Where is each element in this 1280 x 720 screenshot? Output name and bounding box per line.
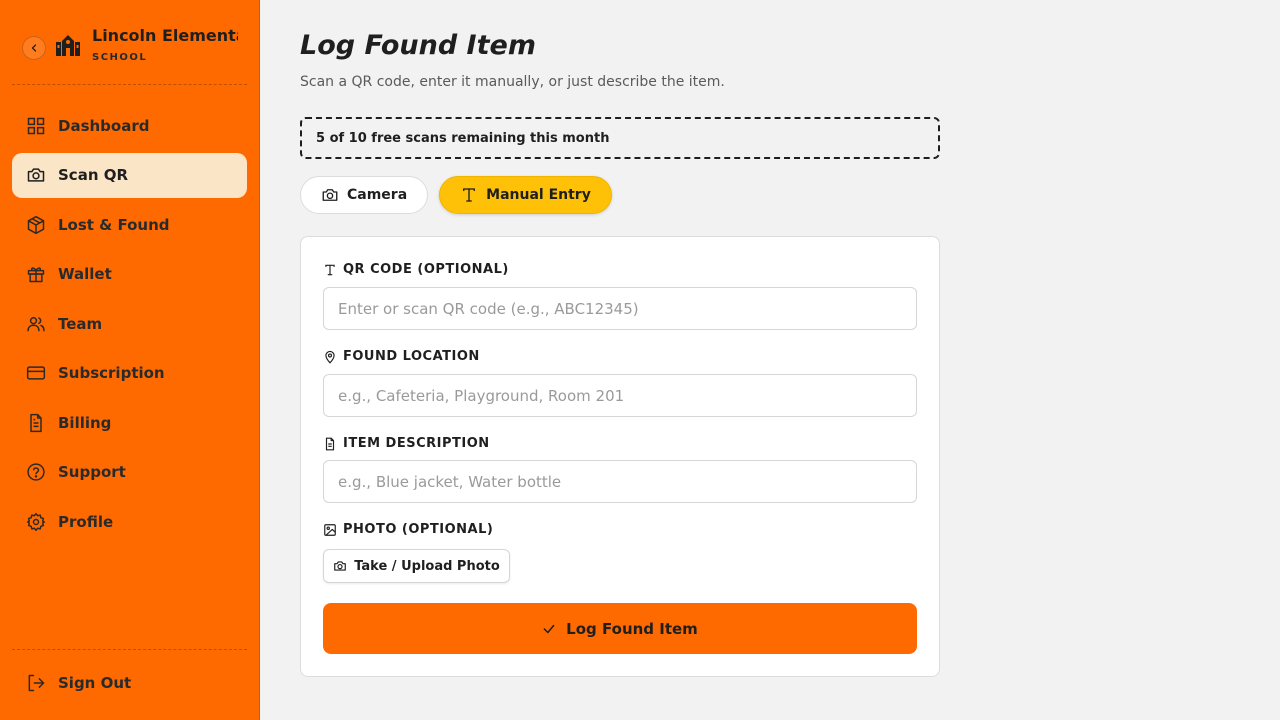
sidebar-item-scan-qr[interactable]: Scan QR: [12, 152, 247, 198]
sidebar-item-label: Lost & Found: [58, 215, 170, 234]
sidebar-item-label: Scan QR: [58, 166, 129, 184]
camera-icon: [322, 189, 338, 201]
file-text-icon: [30, 413, 42, 432]
log-out-icon: [28, 674, 45, 691]
tab-camera[interactable]: Camera: [300, 176, 429, 214]
sidebar-divider: [12, 84, 247, 85]
sidebar-item-label: Team: [58, 314, 103, 333]
camera-icon: [27, 168, 45, 182]
tab-label: Manual Entry: [486, 187, 591, 203]
sidebar-item-label: Dashboard: [58, 116, 150, 135]
item-description-label: ITEM DESCRIPTION: [323, 436, 490, 451]
gift-icon: [27, 267, 45, 283]
brand-subtitle: SCHOOL: [92, 52, 148, 63]
gear-icon: [26, 512, 46, 531]
school-icon: [56, 35, 80, 56]
brand-name: Lincoln Elementary: [92, 26, 238, 45]
log-found-item-button[interactable]: Log Found Item: [323, 603, 917, 654]
found-location-label: FOUND LOCATION: [323, 349, 480, 364]
photo-label-text: PHOTO (OPTIONAL): [343, 522, 494, 537]
sidebar-item-dashboard[interactable]: Dashboard: [12, 103, 247, 148]
package-icon: [27, 215, 45, 234]
sidebar-item-billing[interactable]: Billing: [12, 400, 247, 445]
sidebar-item-label: Support: [58, 463, 126, 481]
sidebar-item-team[interactable]: Team: [12, 301, 247, 346]
photo-label: PHOTO (OPTIONAL): [323, 522, 493, 537]
sidebar-item-label: Subscription: [58, 364, 165, 382]
sidebar-nav: Dashboard Scan QR Lost & Found Wallet Te…: [12, 103, 247, 549]
check-icon: [543, 624, 555, 633]
entry-mode-tabs: Camera Manual Entry: [300, 176, 623, 214]
sign-out-label: Sign Out: [58, 673, 132, 692]
upload-photo-label: Take / Upload Photo: [354, 558, 500, 574]
camera-icon: [334, 561, 347, 571]
sidebar-divider: [12, 649, 247, 650]
help-circle-icon: [27, 463, 45, 481]
brand: Lincoln Elementary SCHOOL: [22, 24, 248, 84]
map-pin-icon: [325, 350, 335, 363]
sidebar-item-label: Profile: [58, 512, 114, 531]
tab-manual-entry[interactable]: Manual Entry: [439, 176, 612, 214]
sidebar-item-profile[interactable]: Profile: [12, 499, 247, 544]
sidebar-item-label: Billing: [58, 413, 112, 432]
sign-out-button[interactable]: Sign Out: [12, 660, 247, 705]
found-location-input[interactable]: [323, 374, 917, 417]
page-subtitle: Scan a QR code, enter it manually, or ju…: [300, 74, 725, 90]
type-icon: [463, 188, 476, 202]
upload-photo-button[interactable]: Take / Upload Photo: [323, 549, 510, 583]
sidebar-item-lost-found[interactable]: Lost & Found: [12, 202, 247, 247]
found-location-label-text: FOUND LOCATION: [343, 349, 480, 364]
credit-card-icon: [26, 366, 46, 380]
scan-quota-banner: 5 of 10 free scans remaining this month: [300, 117, 940, 159]
grid-icon: [27, 117, 45, 134]
image-icon: [324, 523, 336, 536]
log-found-item-label: Log Found Item: [566, 619, 698, 638]
scan-quota-text: 5 of 10 free scans remaining this month: [316, 130, 610, 146]
sidebar-item-wallet[interactable]: Wallet: [12, 252, 247, 297]
sidebar-item-subscription[interactable]: Subscription: [12, 351, 247, 396]
chevron-left-icon: [31, 44, 37, 52]
sidebar-item-support[interactable]: Support: [12, 450, 247, 495]
qr-code-label-text: QR CODE (OPTIONAL): [343, 262, 509, 277]
file-text-icon: [325, 437, 335, 450]
collapse-sidebar-button[interactable]: [22, 36, 46, 60]
found-item-form: QR CODE (OPTIONAL) FOUND LOCATION ITEM D…: [300, 236, 940, 677]
page-title: Log Found Item: [300, 30, 536, 61]
qr-code-input[interactable]: [323, 287, 917, 330]
tab-label: Camera: [347, 187, 408, 203]
users-icon: [27, 316, 45, 331]
sidebar-item-label: Wallet: [58, 265, 112, 283]
item-description-input[interactable]: [323, 460, 917, 503]
type-icon: [325, 264, 335, 275]
item-description-label-text: ITEM DESCRIPTION: [343, 436, 490, 451]
qr-code-label: QR CODE (OPTIONAL): [323, 262, 509, 277]
sidebar: Lincoln Elementary SCHOOL Dashboard Scan…: [0, 0, 260, 720]
